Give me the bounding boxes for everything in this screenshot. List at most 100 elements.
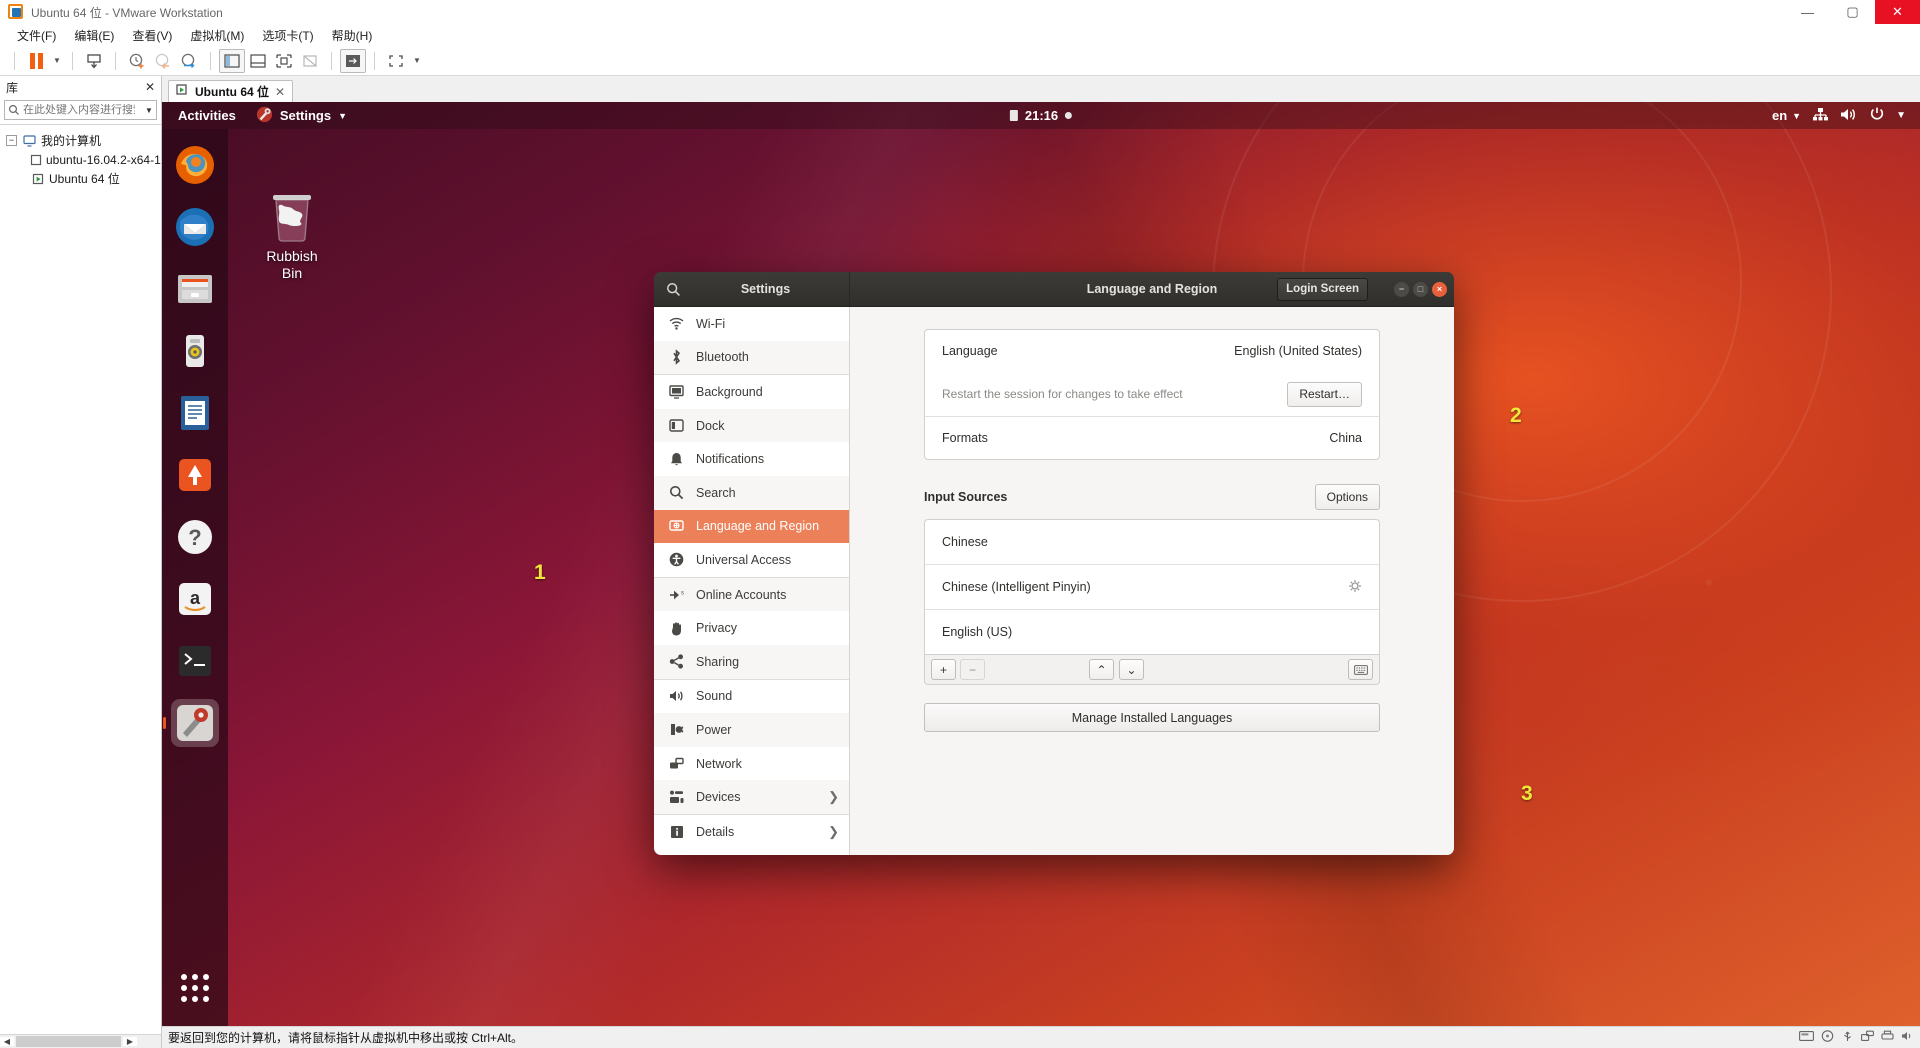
sidebar-item-details[interactable]: Details ❯ [654,815,849,849]
sound-card-icon[interactable] [1901,1030,1914,1045]
volume-icon[interactable] [1840,107,1858,125]
desktop-icon-rubbish-bin[interactable]: Rubbish Bin [244,187,340,283]
sidebar-item-sharing[interactable]: Sharing [654,644,849,679]
sidebar-item-devices[interactable]: Devices ❯ [654,780,849,814]
options-button[interactable]: Options [1314,484,1380,510]
app-menu-button[interactable]: Settings ▼ [248,106,355,126]
dock-item-amazon[interactable]: a [171,575,219,623]
dock-item-help[interactable]: ? [171,513,219,561]
maximize-button[interactable]: ▢ [1830,0,1875,24]
show-library-icon[interactable] [219,48,245,73]
scroll-left-icon[interactable]: ◀ [0,1037,14,1046]
menu-file[interactable]: 文件(F) [8,25,65,46]
dock-item-thunderbird[interactable] [171,203,219,251]
menu-tabs[interactable]: 选项卡(T) [253,25,322,46]
close-button[interactable]: × [1432,281,1447,297]
cd-drive-icon[interactable] [1821,1030,1834,1045]
restart-button[interactable]: Restart… [1287,381,1362,407]
formats-row[interactable]: Formats China [925,417,1379,459]
fullscreen-dropdown-icon[interactable]: ▼ [410,56,424,65]
show-console-icon[interactable] [245,49,271,73]
move-down-button[interactable]: ⌄ [1119,659,1144,680]
dock-item-terminal[interactable] [171,637,219,685]
minimize-button[interactable]: − [1394,281,1409,297]
network-adapter-icon[interactable] [1861,1030,1874,1045]
dock-item-files[interactable] [171,265,219,313]
sidebar-item-online-accounts[interactable]: s Online Accounts [654,577,849,612]
printer-icon[interactable] [1881,1030,1894,1045]
sidebar-item-privacy[interactable]: Privacy [654,611,849,645]
revert-snapshot-icon[interactable] [150,49,176,73]
tree-expander-icon[interactable]: − [6,135,17,146]
search-dropdown-icon[interactable]: ▼ [142,106,156,115]
clock-area[interactable]: 21:16 [1009,108,1073,123]
show-applications-icon[interactable] [181,974,209,1002]
chevron-down-icon[interactable]: ▼ [1896,110,1906,121]
close-button[interactable]: ✕ [1875,0,1920,24]
login-screen-button[interactable]: Login Screen [1277,277,1368,301]
menu-edit[interactable]: 编辑(E) [65,25,123,46]
dock-item-settings[interactable] [171,699,219,747]
sidebar-item-notifications[interactable]: Notifications [654,442,849,476]
library-horizontal-scrollbar[interactable]: ◀ ▶ [0,1034,161,1048]
input-source-row[interactable]: English (US) [925,610,1379,654]
network-icon[interactable] [1812,107,1829,125]
tab-ubuntu-64[interactable]: Ubuntu 64 位 ✕ [168,80,294,102]
scroll-right-icon[interactable]: ▶ [123,1037,137,1046]
maximize-button[interactable]: □ [1413,281,1428,297]
rubbish-bin-icon [273,195,311,242]
dock-item-libreoffice-writer[interactable] [171,389,219,437]
sidebar-item-power[interactable]: Power [654,713,849,747]
manage-snapshot-icon[interactable] [81,49,107,73]
scrollbar-thumb[interactable] [16,1036,121,1047]
remove-input-source-button[interactable]: − [960,659,985,680]
suspend-icon[interactable] [23,49,49,73]
sidebar-item-dock[interactable]: Dock [654,408,849,443]
dock-item-rhythmbox[interactable] [171,327,219,375]
manage-installed-languages-button[interactable]: Manage Installed Languages [924,703,1380,732]
dock-item-firefox[interactable] [171,141,219,189]
hide-thumbnails-icon[interactable] [297,49,323,73]
minimize-button[interactable]: — [1785,0,1830,24]
gear-icon[interactable] [1348,579,1362,596]
input-source-row[interactable]: Chinese [925,520,1379,564]
move-up-button[interactable]: ⌃ [1089,659,1114,680]
usb-icon[interactable] [1841,1030,1854,1045]
window-titlebar: Ubuntu 64 位 - VMware Workstation — ▢ ✕ [0,0,1920,24]
keyboard-layout-indicator[interactable]: en ▼ [1772,108,1801,123]
tree-item-ubuntu-1604[interactable]: ubuntu-16.04.2-x64-10 [0,150,161,169]
library-close-icon[interactable]: ✕ [145,80,155,94]
suspend-dropdown-icon[interactable]: ▼ [50,56,64,65]
tab-close-icon[interactable]: ✕ [275,85,285,99]
input-source-row[interactable]: Chinese (Intelligent Pinyin) [925,565,1379,609]
sidebar-item-search[interactable]: Search [654,475,849,510]
library-search[interactable]: ▼ [4,100,157,120]
take-snapshot-icon[interactable] [124,49,150,73]
sidebar-item-network[interactable]: Network [654,747,849,781]
sidebar-item-language-and-region[interactable]: Language and Region [654,509,849,544]
show-thumbnails-icon[interactable] [271,49,297,73]
search-input[interactable] [23,104,135,116]
sidebar-item-wi-fi[interactable]: Wi-Fi [654,307,849,341]
sidebar-item-bluetooth[interactable]: Bluetooth [654,340,849,375]
language-row[interactable]: Language English (United States) [925,330,1379,372]
menu-help[interactable]: 帮助(H) [323,25,382,46]
menu-view[interactable]: 查看(V) [123,25,181,46]
unity-mode-icon[interactable] [340,48,366,73]
add-input-source-button[interactable]: + [931,659,956,680]
settings-headerbar: Settings Language and Region Login Scree… [654,272,1454,307]
dock-item-ubuntu-software[interactable] [171,451,219,499]
fullscreen-icon[interactable] [383,49,409,73]
sidebar-item-sound[interactable]: Sound [654,680,849,714]
power-icon[interactable] [1869,106,1885,125]
tree-item-my-computer[interactable]: − 我的计算机 [0,131,161,150]
hard-disk-icon[interactable] [1799,1030,1814,1045]
keyboard-icon[interactable] [1348,659,1373,680]
vm-screen[interactable]: Activities Settings ▼ 21:16 en ▼ ▼ ? a R… [162,102,1920,1026]
menu-vm[interactable]: 虚拟机(M) [181,25,253,46]
snapshot-manager-icon[interactable] [176,49,202,73]
activities-button[interactable]: Activities [162,108,248,123]
sidebar-item-universal-access[interactable]: Universal Access [654,543,849,577]
tree-item-ubuntu-64[interactable]: Ubuntu 64 位 [0,169,161,188]
sidebar-item-background[interactable]: Background [654,375,849,409]
